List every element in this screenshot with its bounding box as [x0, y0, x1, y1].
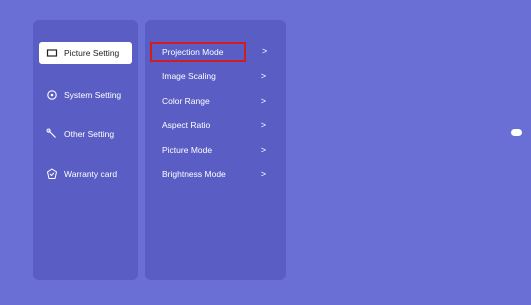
- category-label: Other Setting: [64, 129, 115, 139]
- chevron-right-icon: >: [260, 120, 266, 130]
- chevron-right-icon: >: [260, 169, 266, 179]
- category-system-setting[interactable]: System Setting: [39, 84, 132, 106]
- menu-item-aspect-ratio[interactable]: Aspect Ratio >: [150, 115, 278, 135]
- wrench-icon: [46, 128, 58, 140]
- menu-item-label: Brightness Mode: [162, 169, 226, 179]
- menu-item-label: Projection Mode: [162, 47, 224, 57]
- menu-item-label: Image Scaling: [162, 71, 216, 81]
- chevron-right-icon: >: [262, 46, 268, 56]
- settings-category-panel: Picture Setting System Setting Other Set…: [33, 20, 138, 280]
- menu-item-label: Color Range: [162, 96, 210, 106]
- target-circle-icon: [46, 89, 58, 101]
- screen-background: Picture Setting System Setting Other Set…: [0, 0, 531, 305]
- chevron-right-icon: >: [260, 145, 266, 155]
- menu-item-label: Picture Mode: [162, 145, 213, 155]
- category-warranty-card[interactable]: Warranty card: [39, 163, 132, 185]
- menu-item-image-scaling[interactable]: Image Scaling >: [150, 66, 278, 86]
- side-scroll-indicator: [511, 129, 522, 136]
- chevron-right-icon: >: [260, 71, 266, 81]
- category-label: Picture Setting: [64, 48, 120, 58]
- category-label: System Setting: [64, 90, 122, 100]
- picture-setting-submenu: Projection Mode > Image Scaling > Color …: [145, 20, 286, 280]
- menu-item-projection-mode[interactable]: Projection Mode: [150, 42, 246, 62]
- category-label: Warranty card: [64, 169, 118, 179]
- menu-item-color-range[interactable]: Color Range >: [150, 91, 278, 111]
- chevron-right-icon: >: [260, 96, 266, 106]
- menu-item-label: Aspect Ratio: [162, 120, 211, 130]
- screen-rectangle-icon: [46, 47, 58, 59]
- category-other-setting[interactable]: Other Setting: [39, 123, 132, 145]
- menu-item-brightness-mode[interactable]: Brightness Mode >: [150, 164, 278, 184]
- warranty-badge-icon: [46, 168, 58, 180]
- menu-item-picture-mode[interactable]: Picture Mode >: [150, 140, 278, 160]
- category-picture-setting[interactable]: Picture Setting: [39, 42, 132, 64]
